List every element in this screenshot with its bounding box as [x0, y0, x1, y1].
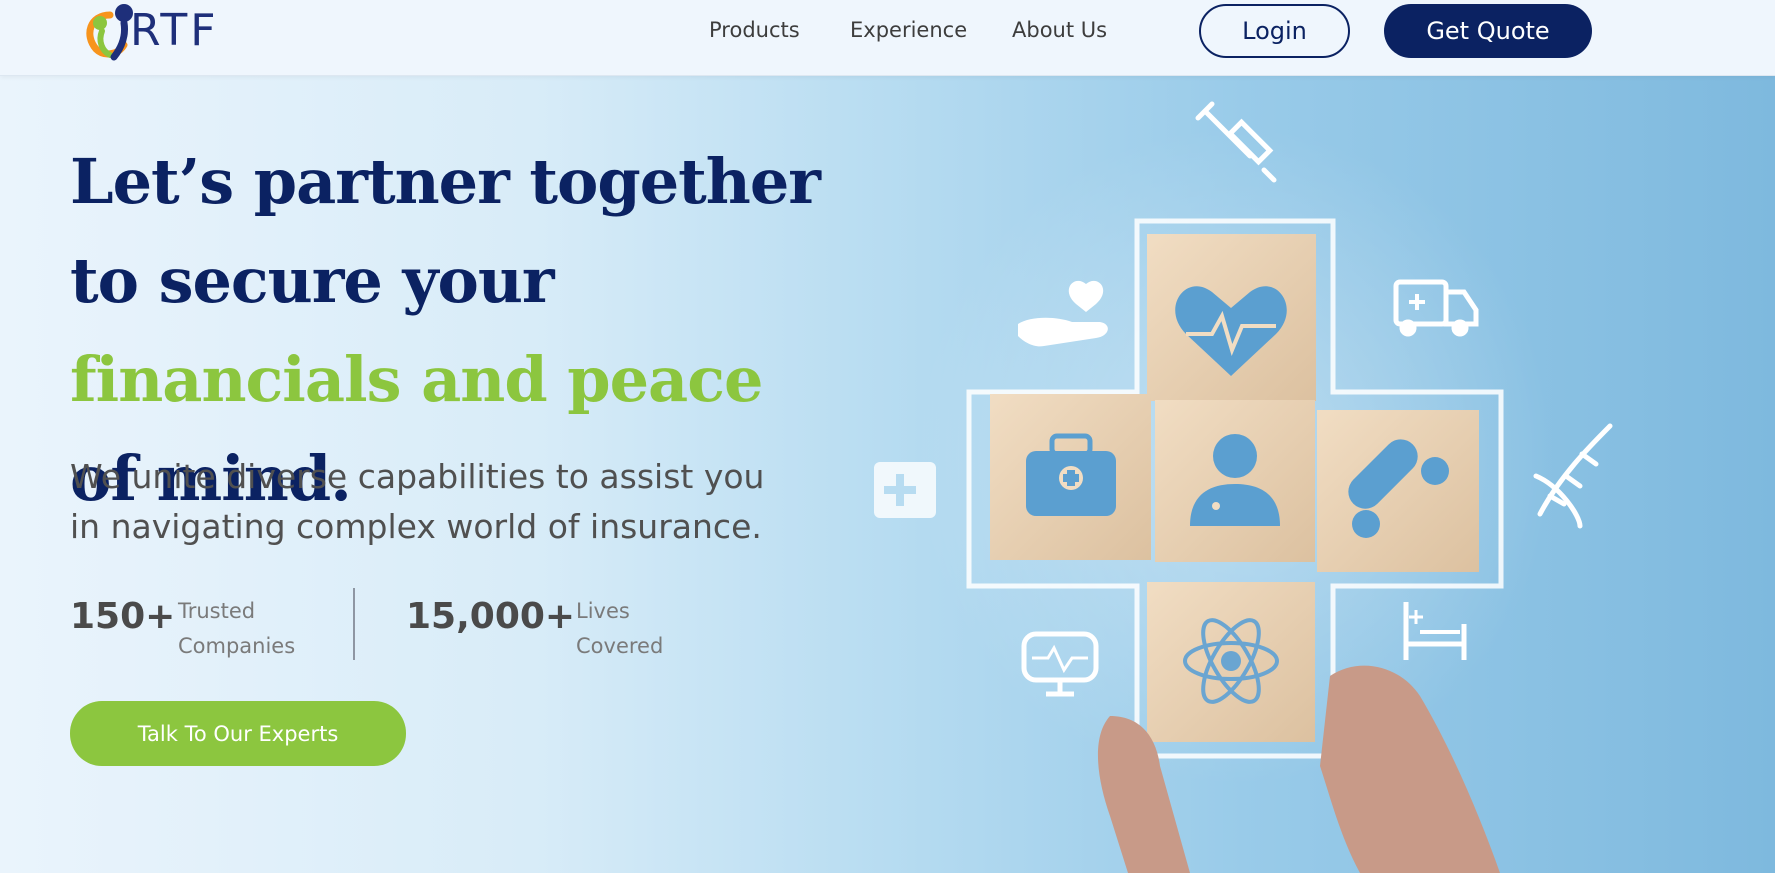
first-aid-box-icon [874, 462, 936, 518]
block-heart-pulse [1147, 234, 1316, 401]
block-doctor [1155, 400, 1315, 562]
nav-products[interactable]: Products [709, 18, 800, 42]
block-medical-kit [990, 394, 1151, 560]
logo[interactable]: RTF [80, 0, 219, 62]
block-atom [1147, 582, 1315, 742]
hero-illustration [860, 76, 1775, 873]
nav-about-us[interactable]: About Us [1012, 18, 1107, 42]
stat-lives-label: Lives Covered [576, 594, 716, 664]
stat-companies-value: 150+ [70, 596, 176, 637]
hero-subtitle: We unite diverse capabilities to assist … [70, 457, 765, 546]
headline-part1: Let’s partner together to secure your [70, 145, 821, 317]
talk-to-experts-button[interactable]: Talk To Our Experts [70, 701, 406, 766]
nav-experience[interactable]: Experience [850, 18, 967, 42]
logo-text: RTF [130, 5, 219, 56]
stat-companies-label-line1: Trusted [178, 599, 256, 623]
block-pill [1317, 410, 1479, 572]
stats-divider [353, 588, 355, 660]
headline-highlight: financials and peace [70, 343, 763, 416]
hero-section: Let’s partner together to secure your fi… [0, 76, 1775, 873]
stat-lives-value: 15,000+ [406, 596, 576, 637]
get-quote-button[interactable]: Get Quote [1384, 4, 1592, 58]
stat-companies-label-line2: Companies [178, 634, 296, 658]
site-header: RTF Products Experience About Us Login G… [0, 0, 1775, 76]
logo-mark-icon [80, 1, 138, 61]
stat-companies-label: Trusted Companies [178, 594, 318, 664]
login-button[interactable]: Login [1199, 4, 1350, 58]
stat-lives-label-line1: Lives [576, 599, 630, 623]
stat-lives-label-line2: Covered [576, 634, 664, 658]
